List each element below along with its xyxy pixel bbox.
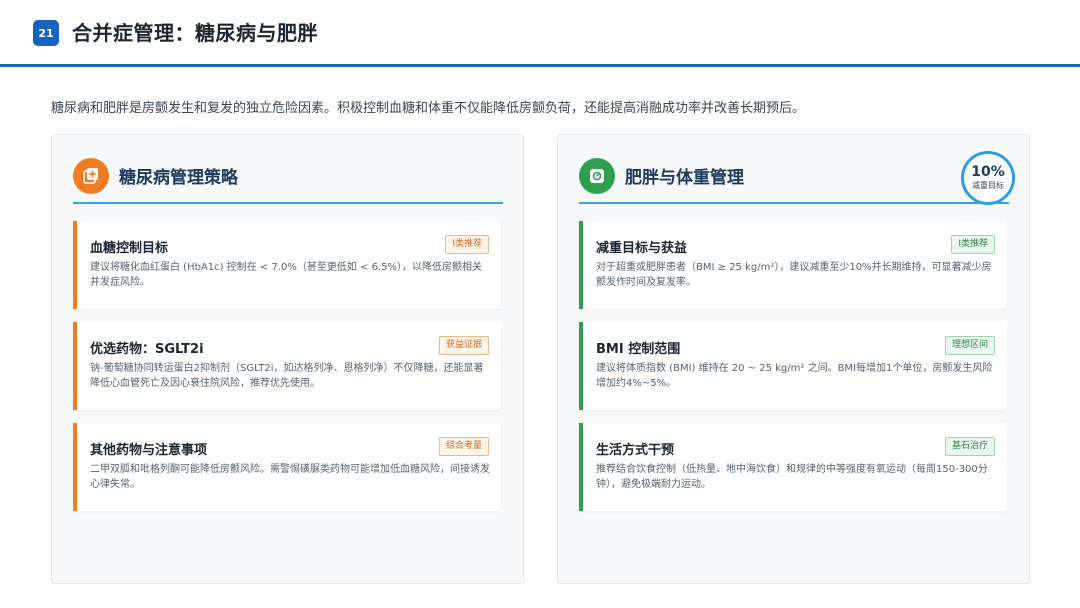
badge-label: 减重目标 [972,181,1004,190]
card-title: 其他药物与注意事项 [90,443,208,458]
card-accent-bar [73,322,77,410]
diabetes-panel: 糖尿病管理策略 血糖控制目标 I类推荐 建议将糖化血红蛋白 (HbA1c) 控制… [51,134,524,584]
card-description: 二甲双胍和吡格列酮可能降低房颤风险。需警惕磺脲类药物可能增加低血糖风险，间接诱发… [90,464,490,490]
panel-divider [579,202,1009,204]
panel-divider [73,202,503,204]
slide-title: 合并症管理：糖尿病与肥胖 [72,21,318,45]
weight-goal-badge: 10% 减重目标 [961,151,1015,205]
strategy-card: 其他药物与注意事项 综合考量 二甲双胍和吡格列酮可能降低房颤风险。需警惕磺脲类药… [73,423,501,511]
strategy-card: 生活方式干预 基石治疗 推荐结合饮食控制（低热量、地中海饮食）和规律的中等强度有… [579,423,1007,511]
weight-scale-icon [579,158,615,194]
card-description: 对于超重或肥胖患者（BMI ≥ 25 kg/m²），建议减重至少10%并长期维持… [596,262,992,288]
card-description: 钠-葡萄糖协同转运蛋白2抑制剂（SGLT2i，如达格列净、恩格列净）不仅降糖，还… [90,363,484,389]
card-title: BMI 控制范围 [596,342,681,357]
card-title: 血糖控制目标 [90,241,169,256]
card-accent-bar [579,322,583,410]
card-description: 推荐结合饮食控制（低热量、地中海饮食）和规律的中等强度有氧运动（每周150-30… [596,464,988,490]
card-title: 减重目标与获益 [596,241,688,256]
strategy-card: 优选药物：SGLT2i 获益证据 钠-葡萄糖协同转运蛋白2抑制剂（SGLT2i，… [73,322,501,410]
strategy-card: 减重目标与获益 I类推荐 对于超重或肥胖患者（BMI ≥ 25 kg/m²），建… [579,221,1007,309]
card-description: 建议将体质指数 (BMI) 维持在 20 ~ 25 kg/m² 之间。BMI每增… [596,363,993,389]
recommendation-tag: 综合考量 [438,437,489,456]
card-accent-bar [73,221,77,309]
recommendation-tag: I类推荐 [445,235,489,254]
recommendation-tag: 理想区间 [944,336,995,355]
recommendation-tag: 获益证据 [438,336,489,355]
panel-title: 糖尿病管理策略 [119,168,238,188]
card-title: 优选药物：SGLT2i [90,342,204,357]
plus-document-icon [73,158,109,194]
recommendation-tag: I类推荐 [951,235,995,254]
card-accent-bar [579,221,583,309]
intro-text: 糖尿病和肥胖是房颤发生和复发的独立危险因素。积极控制血糖和体重不仅能降低房颤负荷… [51,101,806,116]
header-divider [0,64,1080,67]
card-description: 建议将糖化血红蛋白 (HbA1c) 控制在 < 7.0%（甚至更低如 < 6.5… [90,262,483,288]
slide-header: 21 合并症管理：糖尿病与肥胖 [0,0,1080,67]
strategy-card: 血糖控制目标 I类推荐 建议将糖化血红蛋白 (HbA1c) 控制在 < 7.0%… [73,221,501,309]
recommendation-tag: 基石治疗 [944,437,995,456]
page-number-badge: 21 [33,20,59,46]
panel-title: 肥胖与体重管理 [625,168,744,188]
obesity-panel: 肥胖与体重管理 10% 减重目标 减重目标与获益 I类推荐 对于超重或肥胖患者（… [557,134,1030,584]
card-accent-bar [73,423,77,511]
strategy-card: BMI 控制范围 理想区间 建议将体质指数 (BMI) 维持在 20 ~ 25 … [579,322,1007,410]
badge-value: 10% [971,164,1005,180]
card-title: 生活方式干预 [596,443,675,458]
card-accent-bar [579,423,583,511]
